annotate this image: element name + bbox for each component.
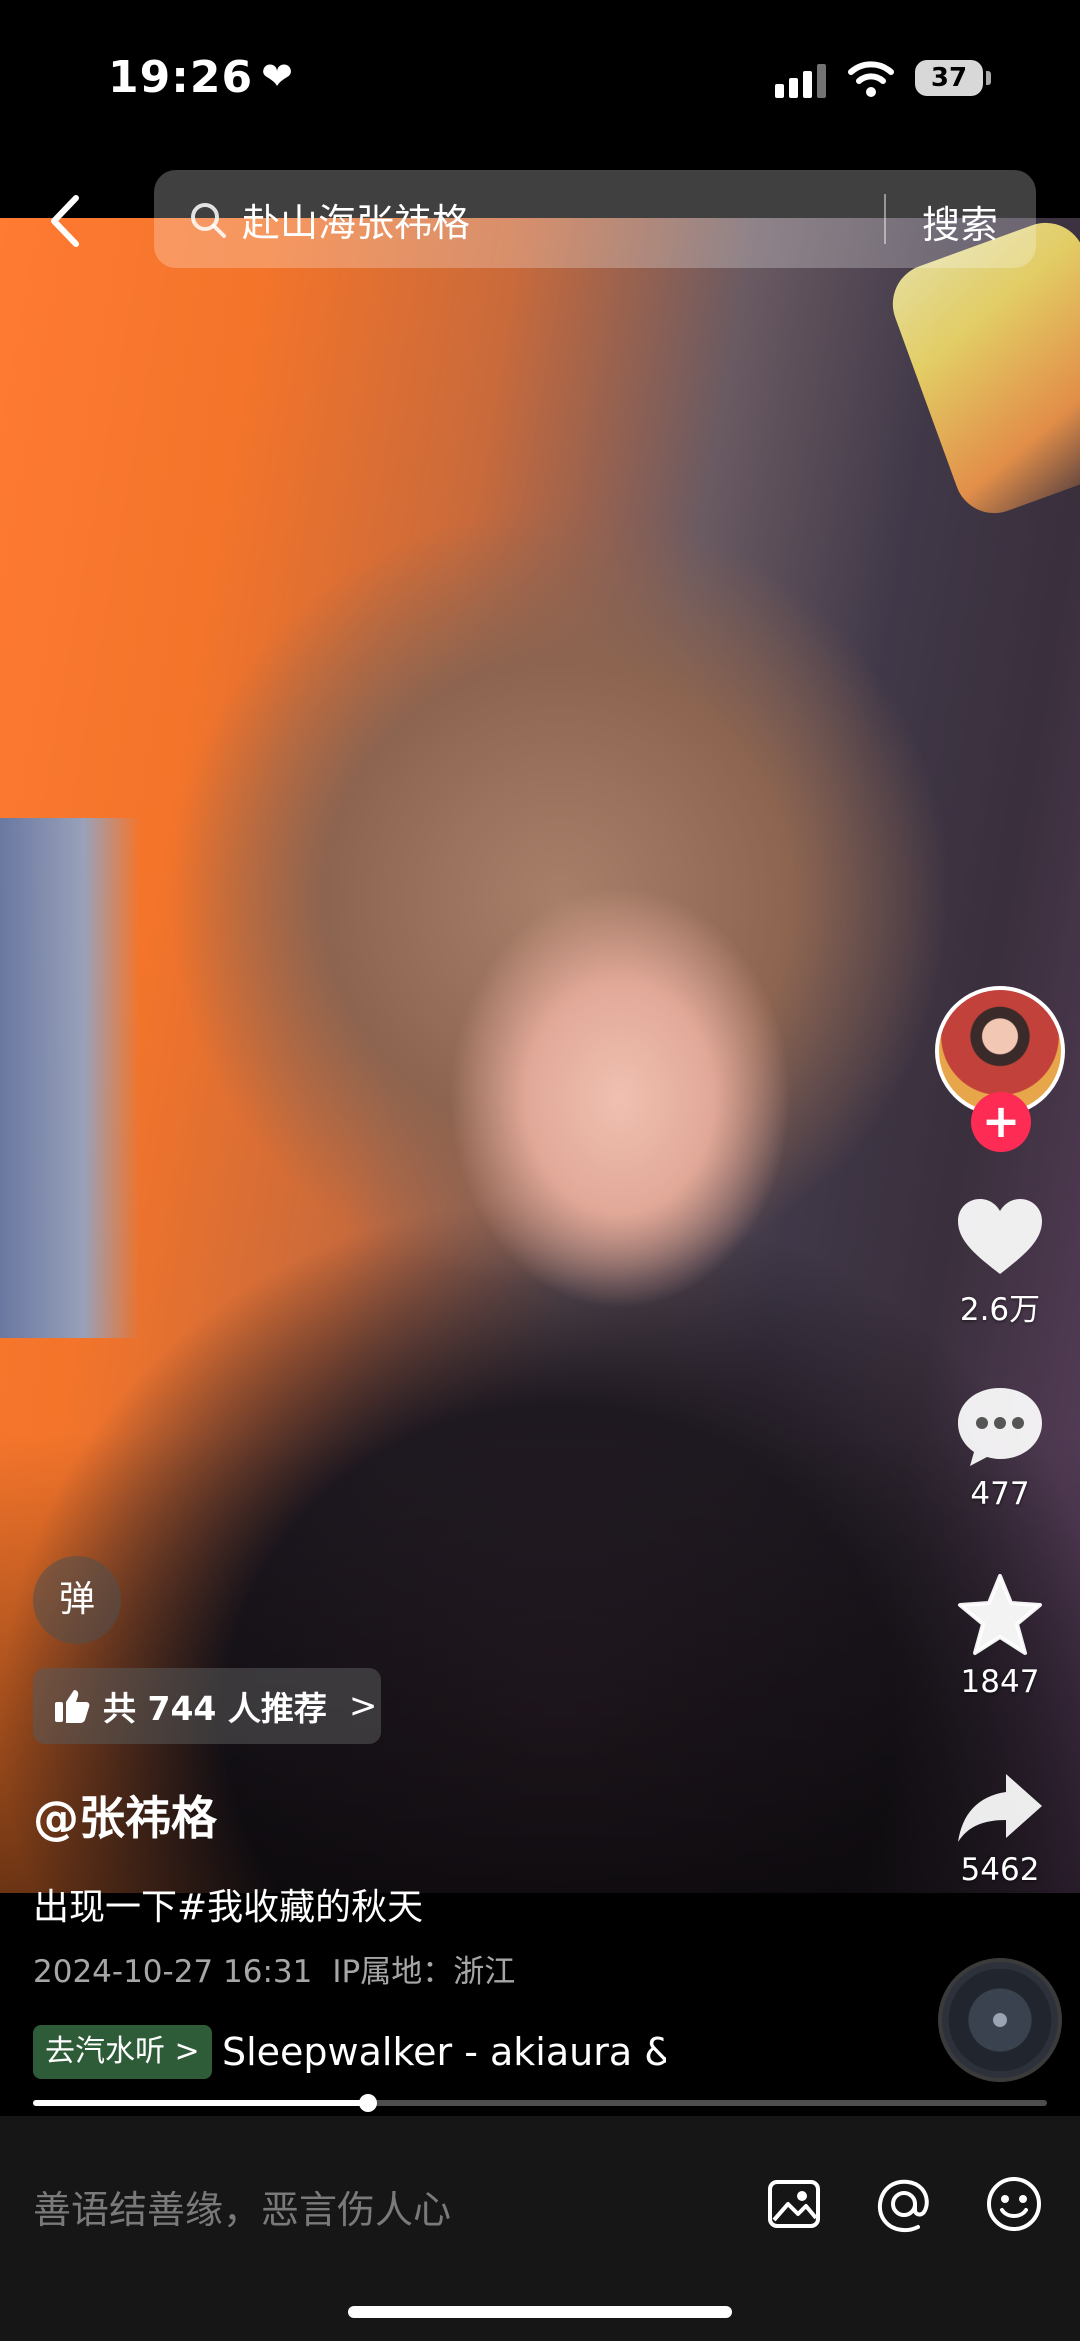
share-icon	[958, 1774, 1042, 1842]
video-bg-blue	[0, 818, 140, 1338]
like-button[interactable]: 2.6万	[938, 1196, 1062, 1329]
progress-knob[interactable]	[358, 2094, 377, 2112]
search-bar[interactable]: 搜索	[154, 170, 1036, 268]
comment-icon	[958, 1388, 1042, 1466]
post-ip: IP属地：浙江	[332, 1954, 516, 1990]
favorite-count: 1847	[960, 1664, 1040, 1700]
time-text: 19:26	[108, 52, 254, 103]
music-disc[interactable]	[938, 1958, 1062, 2082]
chevron-right-icon: >	[348, 1686, 378, 1726]
like-count: 2.6万	[959, 1292, 1041, 1328]
emoji-icon[interactable]	[982, 2172, 1046, 2236]
mention-icon[interactable]	[872, 2172, 936, 2236]
post-date: 2024-10-27 16:31	[33, 1954, 313, 1990]
post-caption[interactable]: 出现一下#我收藏的秋天	[33, 1878, 423, 1930]
status-bar: 19:26 ❤ 37	[0, 0, 1080, 160]
status-time: 19:26 ❤	[108, 52, 294, 103]
danmu-button[interactable]: 弹	[33, 1556, 121, 1644]
back-icon[interactable]	[36, 186, 96, 256]
search-button[interactable]: 搜索	[922, 194, 998, 249]
progress-fill	[33, 2100, 368, 2106]
search-divider	[884, 194, 886, 244]
music-app-tag[interactable]: 去汽水听 >	[33, 2025, 212, 2079]
wifi-icon	[848, 61, 894, 97]
comment-input[interactable]	[33, 2180, 733, 2240]
signal-icon	[775, 62, 826, 98]
share-button[interactable]: 5462	[938, 1770, 1062, 1888]
battery-tip	[986, 71, 991, 85]
favorite-button[interactable]: 1847	[938, 1572, 1062, 1700]
music-title[interactable]: Sleepwalker - akiaura &	[222, 2026, 666, 2084]
image-icon[interactable]	[762, 2172, 826, 2236]
author-name[interactable]: @张祎格	[33, 1782, 217, 1848]
search-icon	[191, 203, 226, 238]
share-count: 5462	[960, 1852, 1040, 1888]
thumbs-up-icon	[55, 1690, 90, 1723]
heart-icon: ❤	[261, 54, 294, 98]
video-progress-bar[interactable]	[33, 2094, 1047, 2112]
recommend-text: 共 744 人推荐	[103, 1689, 327, 1728]
battery-icon: 37	[915, 60, 983, 96]
comment-button[interactable]: 477	[938, 1384, 1062, 1512]
follow-button[interactable]: +	[971, 1092, 1031, 1152]
recommend-pill[interactable]: 共 744 人推荐 >	[33, 1668, 381, 1744]
video-frame[interactable]	[0, 218, 1080, 1893]
comment-count: 477	[970, 1476, 1030, 1512]
favorite-icon	[958, 1574, 1042, 1655]
home-indicator[interactable]	[348, 2306, 732, 2318]
search-input[interactable]	[242, 192, 922, 246]
like-icon	[958, 1199, 1042, 1274]
post-meta: 2024-10-27 16:31 IP属地：浙江	[33, 1946, 515, 1991]
